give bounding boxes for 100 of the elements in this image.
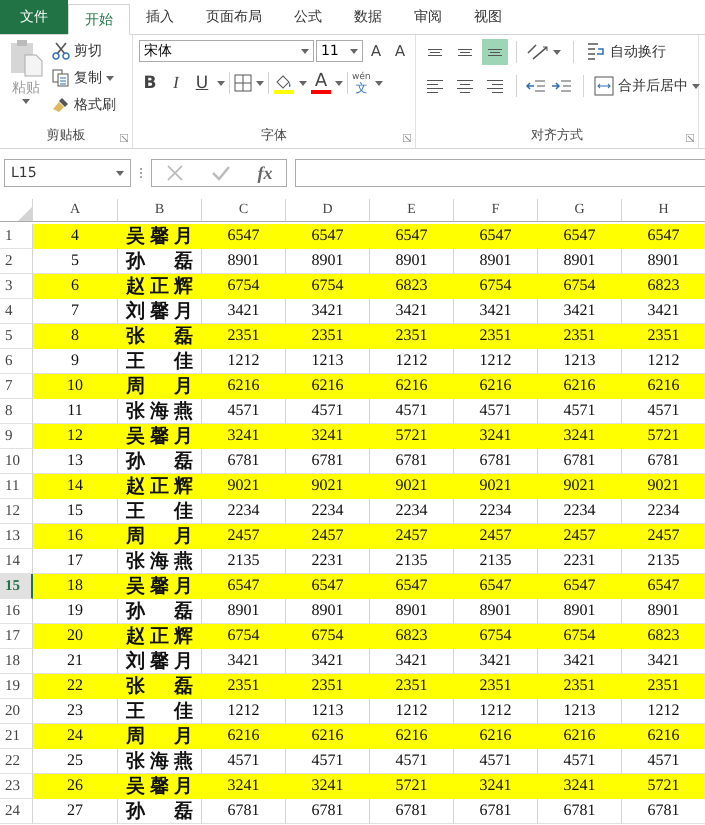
table-cell: 9021	[454, 474, 538, 499]
column-header[interactable]: G	[538, 199, 622, 222]
table-cell: 6216	[454, 724, 538, 749]
dropdown-caret-icon	[217, 80, 225, 86]
table-cell: 6823	[622, 624, 705, 649]
bold-button[interactable]: B	[139, 71, 161, 95]
table-cell: 刘馨月	[118, 299, 202, 324]
row-header[interactable]: 1	[0, 224, 33, 249]
align-button[interactable]	[482, 39, 508, 65]
table-cell: 3241	[202, 424, 286, 449]
copy-button[interactable]: 复制	[52, 66, 116, 90]
underline-button[interactable]: U	[191, 71, 213, 95]
dialog-launcher-icon[interactable]	[686, 134, 694, 142]
formula-input-field[interactable]	[295, 159, 705, 187]
table-cell: 6216	[538, 374, 622, 399]
table-cell: 张磊	[118, 324, 202, 349]
table-cell: 6547	[202, 574, 286, 599]
row-header[interactable]: 10	[0, 449, 33, 474]
row-header[interactable]: 22	[0, 749, 33, 774]
column-header[interactable]: D	[286, 199, 370, 222]
row-header[interactable]: 13	[0, 524, 33, 549]
table-cell: 3241	[454, 774, 538, 799]
borders-icon[interactable]	[234, 74, 252, 92]
table-cell: 2234	[538, 499, 622, 524]
table-cell: 6547	[286, 574, 370, 599]
row-header[interactable]: 11	[0, 474, 33, 499]
table-cell: 6823	[370, 624, 454, 649]
table-cell: 9021	[538, 474, 622, 499]
table-cell: 10	[33, 374, 118, 399]
name-box[interactable]: L15	[4, 159, 131, 187]
font-size-select[interactable]: 11	[316, 40, 363, 62]
row-header[interactable]: 14	[0, 549, 33, 574]
shrink-font-button[interactable]: A	[389, 39, 411, 63]
table-cell: 张海燕	[118, 399, 202, 424]
table-cell: 6781	[370, 449, 454, 474]
column-header[interactable]: C	[202, 199, 286, 222]
table-cell: 6547	[622, 224, 705, 249]
align-middle-icon	[458, 48, 472, 56]
table-cell: 18	[33, 574, 118, 599]
file-menu-tab[interactable]: 文件	[0, 0, 68, 34]
row-header[interactable]: 21	[0, 724, 33, 749]
row-header[interactable]: 18	[0, 649, 33, 674]
table-cell: 1212	[454, 349, 538, 374]
checkmark-icon[interactable]	[210, 164, 230, 182]
row-header[interactable]: 8	[0, 399, 33, 424]
row-header[interactable]: 6	[0, 349, 33, 374]
row-header[interactable]: 15	[0, 574, 33, 599]
column-header[interactable]: E	[370, 199, 454, 222]
ribbon-tab[interactable]: 开始	[68, 4, 130, 35]
table-cell: 1212	[370, 699, 454, 724]
table-cell: 8901	[538, 599, 622, 624]
cut-button[interactable]: 剪切	[52, 39, 116, 63]
row-header[interactable]: 4	[0, 299, 33, 324]
row-header[interactable]: 2	[0, 249, 33, 274]
grow-font-button[interactable]: A	[365, 39, 387, 63]
table-cell: 6216	[202, 374, 286, 399]
wrap-text-button[interactable]: 自动换行	[586, 40, 666, 64]
insert-function-button[interactable]: fx	[258, 162, 272, 184]
table-cell: 8901	[538, 249, 622, 274]
table-cell: 3241	[538, 774, 622, 799]
font-name-select[interactable]: 宋体	[139, 40, 314, 62]
column-header[interactable]: H	[622, 199, 705, 222]
column-header[interactable]: A	[33, 199, 118, 222]
row-header[interactable]: 19	[0, 674, 33, 699]
table-cell: 4571	[538, 399, 622, 424]
dialog-launcher-icon[interactable]	[403, 134, 411, 142]
table-cell: 6216	[622, 724, 705, 749]
row-header[interactable]: 16	[0, 599, 33, 624]
merge-center-button[interactable]: 合并后居中	[594, 74, 700, 98]
row-header[interactable]: 5	[0, 324, 33, 349]
table-cell: 周月	[118, 374, 202, 399]
dialog-launcher-icon[interactable]	[120, 134, 128, 142]
table-cell: 6781	[286, 449, 370, 474]
table-cell: 2351	[622, 674, 705, 699]
table-cell: 8901	[454, 599, 538, 624]
table-cell: 3421	[202, 299, 286, 324]
dropdown-caret-icon	[374, 80, 383, 86]
table-cell: 6216	[370, 374, 454, 399]
row-header[interactable]: 12	[0, 499, 33, 524]
italic-button[interactable]: I	[165, 71, 187, 95]
row-header[interactable]: 3	[0, 274, 33, 299]
table-cell: 王佳	[118, 699, 202, 724]
row-header[interactable]: 7	[0, 374, 33, 399]
row-header[interactable]: 23	[0, 774, 33, 799]
table-cell: 24	[33, 724, 118, 749]
table-cell: 6216	[202, 724, 286, 749]
phonetic-guide-button[interactable]: wén 文	[352, 72, 371, 94]
font-color-button[interactable]: A	[311, 72, 331, 94]
row-header[interactable]: 9	[0, 424, 33, 449]
table-cell: 2234	[454, 499, 538, 524]
row-header[interactable]: 20	[0, 699, 33, 724]
column-header[interactable]: B	[118, 199, 202, 222]
row-header[interactable]: 24	[0, 799, 33, 824]
table-cell: 2231	[286, 549, 370, 574]
color-bar-icon	[311, 90, 331, 94]
table-cell: 4571	[370, 749, 454, 774]
column-header[interactable]: F	[454, 199, 538, 222]
format-painter-button[interactable]: 格式刷	[52, 93, 116, 117]
row-header[interactable]: 17	[0, 624, 33, 649]
dropdown-caret-icon	[299, 80, 307, 86]
